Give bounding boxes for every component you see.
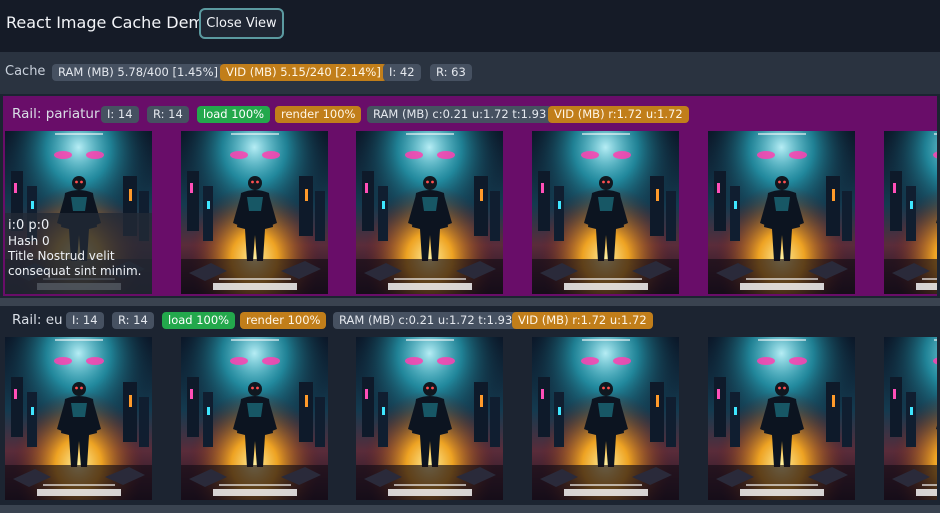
poster-image [181, 131, 328, 294]
cache-label: Cache [5, 64, 46, 79]
card-index-text: i:0 p:0 [8, 218, 50, 233]
rail-label: Rail: eu [12, 312, 63, 328]
poster-image [181, 337, 328, 500]
rail-i-badge: I: 14 [101, 106, 139, 123]
rail-label: Rail: pariatur [12, 106, 100, 122]
app-title: React Image Cache Demo [6, 13, 214, 32]
card-title-text: Title Nostrud velit [8, 249, 115, 263]
rail-vid-badge: VID (MB) r:1.72 u:1.72 [512, 312, 653, 329]
rail-scrollbar[interactable] [0, 505, 940, 513]
poster-card-focused[interactable]: i:0 p:0 Hash 0 Title Nostrud velit conse… [5, 131, 152, 294]
rail-eu[interactable]: Rail: eu I: 14 R: 14 load 100% render 10… [0, 306, 940, 513]
poster-card[interactable] [708, 131, 855, 294]
close-view-button[interactable]: Close View [199, 8, 284, 39]
rail-scrollbar[interactable] [0, 298, 940, 306]
poster-image [532, 131, 679, 294]
cache-r-badge: R: 63 [430, 64, 472, 81]
poster-card[interactable] [356, 131, 503, 294]
poster-card[interactable] [532, 337, 679, 500]
rail-r-badge: R: 14 [112, 312, 154, 329]
poster-card-partial[interactable] [884, 131, 937, 294]
rail-render-badge: render 100% [275, 106, 362, 123]
rail-ram-badge: RAM (MB) c:0.21 u:1.72 t:1.93 [367, 106, 553, 123]
cache-ram-badge: RAM (MB) 5.78/400 [1.45%] [52, 64, 225, 81]
rail-load-badge: load 100% [162, 312, 236, 329]
poster-image [884, 131, 937, 294]
card-hash-text: Hash 0 [8, 234, 50, 248]
poster-card[interactable] [181, 131, 328, 294]
poster-image [708, 337, 855, 500]
poster-card[interactable] [532, 131, 679, 294]
poster-image [5, 337, 152, 500]
rail-i-badge: I: 14 [66, 312, 104, 329]
poster-card[interactable] [5, 337, 152, 500]
cache-stats-bar: Cache RAM (MB) 5.78/400 [1.45%] VID (MB)… [0, 52, 940, 94]
poster-card[interactable] [708, 337, 855, 500]
rail-vid-badge: VID (MB) r:1.72 u:1.72 [548, 106, 689, 123]
rail-render-badge: render 100% [240, 312, 327, 329]
poster-image [532, 337, 679, 500]
poster-image [884, 337, 937, 500]
rail-load-badge: load 100% [197, 106, 271, 123]
card-info-overlay: i:0 p:0 Hash 0 Title Nostrud velit conse… [5, 213, 152, 294]
poster-card[interactable] [181, 337, 328, 500]
poster-image [708, 131, 855, 294]
poster-image [356, 337, 503, 500]
poster-card[interactable] [356, 337, 503, 500]
poster-card-partial[interactable] [884, 337, 937, 500]
card-title-text-cont: consequat sint minim. [8, 264, 142, 278]
rail-pariatur[interactable]: Rail: pariatur I: 14 R: 14 load 100% ren… [0, 94, 940, 301]
cache-i-badge: I: 42 [383, 64, 421, 81]
rail-ram-badge: RAM (MB) c:0.21 u:1.72 t:1.93 [333, 312, 519, 329]
poster-image [356, 131, 503, 294]
cache-vid-badge: VID (MB) 5.15/240 [2.14%] [220, 64, 387, 81]
rail-r-badge: R: 14 [147, 106, 189, 123]
top-bar: React Image Cache Demo Close View [0, 0, 940, 52]
